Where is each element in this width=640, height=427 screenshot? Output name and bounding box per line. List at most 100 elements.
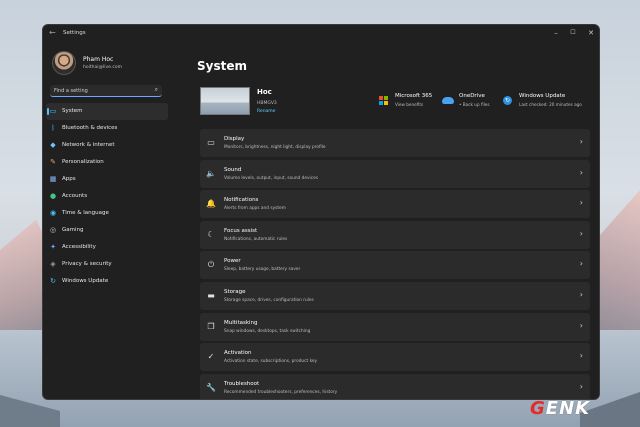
check-circle-icon: ✓ — [207, 352, 215, 362]
sidebar-item-label: Time & language — [62, 210, 109, 216]
card-subtitle: Storage space, drives, configuration rul… — [224, 297, 314, 303]
sidebar-item-time-language[interactable]: ◉ Time & language — [46, 205, 168, 222]
settings-card-notifications[interactable]: 🔔 Notifications Alerts from apps and syste… — [200, 190, 590, 219]
card-subtitle: Notifications, automatic rules — [224, 236, 288, 242]
sidebar-item-personalization[interactable]: ✎ Personalization — [46, 154, 168, 171]
settings-card-sound[interactable]: 🔈 Sound Volume levels, output, input, soun… — [200, 159, 590, 188]
chevron-right-icon: › — [579, 259, 583, 269]
sidebar-item-label: Network & internet — [62, 142, 115, 148]
settings-card-focus-assist[interactable]: ☾ Focus assist Notifications, automatic ru… — [200, 220, 590, 249]
chevron-right-icon: › — [579, 351, 583, 361]
power-icon: ⏻ — [207, 260, 215, 270]
card-subtitle: Sleep, battery usage, battery saver — [224, 267, 301, 273]
sidebar-item-windows-update[interactable]: ↻ Windows Update — [46, 273, 168, 290]
card-title: Display — [224, 136, 245, 142]
settings-card-display[interactable]: ▭ Display Monitors, brightness, night ligh… — [200, 129, 590, 157]
search-input[interactable] — [54, 86, 148, 96]
card-subtitle: Snap windows, desktops, task switching — [224, 328, 311, 334]
device-wallpaper-thumbnail — [200, 87, 250, 115]
apps-icon: ▦ — [49, 175, 57, 183]
sidebar-nav: ▭ System ᛒ Bluetooth & devices ◆ Network & in… — [46, 103, 168, 290]
sidebar-item-privacy-security[interactable]: ◈ Privacy & security — [46, 256, 168, 273]
sidebar-item-bluetooth-devices[interactable]: ᛒ Bluetooth & devices — [46, 120, 168, 137]
rename-link[interactable]: Rename — [257, 109, 275, 114]
gamepad-icon: ◎ — [49, 226, 57, 234]
sidebar-item-accessibility[interactable]: ✦ Accessibility — [46, 239, 168, 256]
page-title: System — [197, 59, 247, 73]
storage-icon: ▬ — [207, 290, 215, 300]
speaker-icon: 🔈 — [206, 168, 216, 178]
settings-card-multitasking[interactable]: ❐ Multitasking Snap windows, desktops, tas… — [200, 312, 590, 341]
sidebar-item-system[interactable]: ▭ System — [46, 103, 168, 120]
sidebar-item-label: Apps — [62, 176, 76, 182]
chevron-right-icon: › — [579, 320, 583, 330]
card-title: Multitasking — [224, 319, 258, 326]
quick-title: Microsoft 365 — [395, 93, 433, 99]
accessibility-icon: ✦ — [50, 243, 56, 251]
sidebar-item-label: Accounts — [62, 193, 88, 199]
multitasking-icon: ❐ — [207, 321, 215, 331]
title-bar: ← Settings – ☐ ✕ — [43, 25, 599, 43]
card-title: Notifications — [224, 197, 259, 204]
bell-icon: 🔔 — [206, 199, 216, 209]
profile-name: Pham Hoc — [83, 56, 114, 63]
wifi-icon: ◆ — [50, 141, 56, 149]
chevron-right-icon: › — [579, 167, 583, 177]
shield-icon: ◈ — [50, 260, 56, 268]
chevron-right-icon: › — [579, 228, 583, 238]
settings-card-activation[interactable]: ✓ Activation Activation state, subscriptio… — [200, 343, 590, 372]
card-subtitle: Alerts from apps and system — [224, 206, 286, 212]
sidebar-item-label: Personalization — [62, 159, 104, 165]
card-title: Focus assist — [224, 227, 258, 234]
settings-window: ← Settings – ☐ ✕ Pham Hoc hoithai@live.c… — [42, 24, 600, 400]
settings-card-power[interactable]: ⏻ Power Sleep, battery usage, battery save… — [200, 251, 590, 280]
avatar[interactable] — [52, 51, 76, 75]
wrench-icon: 🔧 — [206, 382, 216, 392]
search-box[interactable]: ⌕ — [50, 85, 162, 97]
monitor-icon: ▭ — [49, 107, 57, 115]
watermark-g: G — [530, 398, 546, 419]
sidebar-item-apps[interactable]: ▦ Apps — [46, 171, 168, 188]
profile-email: hoithai@live.com — [83, 65, 122, 70]
quick-title: OneDrive — [459, 93, 485, 99]
sidebar-item-gaming[interactable]: ◎ Gaming — [46, 222, 168, 239]
card-subtitle: Activation state, subscriptions, product… — [224, 359, 318, 365]
back-arrow-icon[interactable]: ← — [49, 28, 56, 37]
moon-icon: ☾ — [207, 229, 215, 239]
maximize-button[interactable]: ☐ — [565, 27, 581, 39]
settings-list: ▭ Display Monitors, brightness, night ligh… — [200, 129, 590, 399]
card-title: Activation — [224, 350, 252, 357]
card-subtitle: Monitors, brightness, night light, displ… — [224, 145, 326, 150]
bluetooth-icon: ᛒ — [50, 124, 56, 132]
display-icon: ▭ — [207, 138, 215, 147]
microsoft-icon — [379, 96, 388, 105]
person-icon: ● — [49, 192, 57, 200]
quick-title: Windows Update — [519, 93, 566, 99]
search-icon[interactable]: ⌕ — [155, 86, 158, 94]
minimize-button[interactable]: – — [548, 27, 564, 39]
sidebar-item-accounts[interactable]: ● Accounts — [46, 188, 168, 205]
chevron-right-icon: › — [579, 289, 583, 299]
update-icon: ↻ — [503, 96, 512, 105]
chevron-right-icon: › — [579, 198, 583, 208]
globe-clock-icon: ◉ — [49, 209, 57, 217]
card-title: Power — [224, 258, 241, 265]
sidebar-item-label: System — [62, 108, 83, 114]
genk-watermark: GENK — [530, 398, 590, 419]
quick-subtitle: • Back up files — [459, 102, 490, 107]
card-subtitle: Recommended troubleshooters, preferences… — [224, 389, 338, 395]
sidebar-item-label: Accessibility — [62, 244, 96, 250]
brush-icon: ✎ — [50, 158, 56, 166]
sidebar-item-network-internet[interactable]: ◆ Network & internet — [46, 137, 168, 154]
settings-card-troubleshoot[interactable]: 🔧 Troubleshoot Recommended troubleshooters… — [200, 373, 590, 399]
card-title: Troubleshoot — [224, 380, 260, 387]
quick-subtitle: View benefits — [395, 102, 424, 107]
sidebar-item-label: Privacy & security — [62, 261, 112, 267]
chevron-right-icon: › — [579, 137, 583, 146]
card-title: Storage — [224, 288, 246, 295]
watermark-rest: ENK — [545, 398, 591, 419]
sidebar-item-label: Windows Update — [62, 278, 109, 284]
close-button[interactable]: ✕ — [583, 27, 599, 39]
device-model: HBMGV3 — [257, 101, 277, 106]
settings-card-storage[interactable]: ▬ Storage Storage space, drives, configura… — [200, 281, 590, 310]
